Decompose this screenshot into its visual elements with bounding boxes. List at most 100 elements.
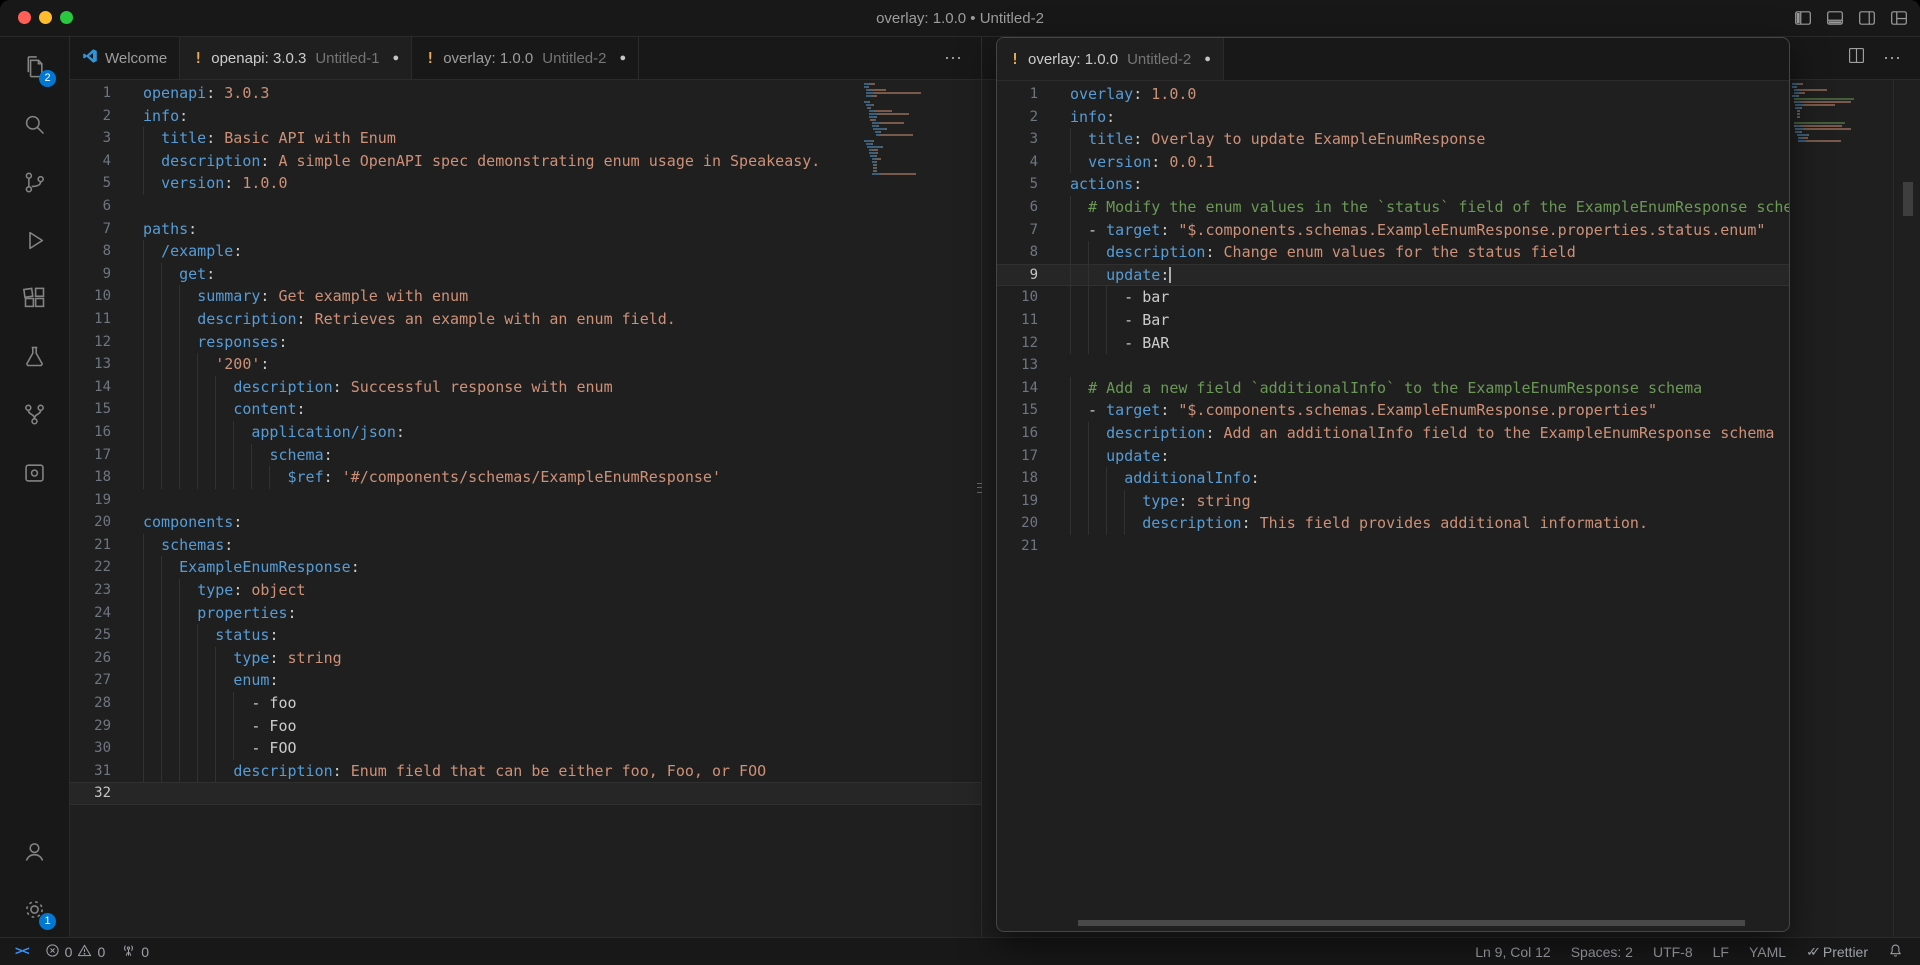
openapi-editor[interactable]: 1openapi: 3.0.32info:3 title: Basic API … [70,79,981,938]
toggle-primary-sidebar-icon[interactable] [1794,9,1812,27]
vertical-scrollbar[interactable] [1903,182,1913,216]
code-line[interactable]: 23 type: object [70,579,981,602]
settings-button[interactable]: 1 [0,880,69,938]
search-view-button[interactable] [0,95,69,153]
encoding-status[interactable]: UTF-8 [1646,938,1700,965]
toggle-panel-icon[interactable] [1826,9,1844,27]
code-line[interactable]: 29 - Foo [70,715,981,738]
code-line[interactable]: 13 '200': [70,353,981,376]
code-line[interactable]: 11 - Bar [997,309,1789,332]
tab-openapi-untitled-1[interactable]: ! openapi: 3.0.3 Untitled-1 ● [180,37,412,79]
indent-guide [1070,241,1071,264]
code-line[interactable]: 9 update: [997,264,1789,287]
testing-view-button[interactable] [0,327,69,385]
code-line[interactable]: 12 responses: [70,331,981,354]
remote-indicator[interactable]: >< [8,938,36,965]
minimize-window-button[interactable] [39,11,52,24]
code-line[interactable]: 7 - target: "$.components.schemas.Exampl… [997,219,1789,242]
code-line[interactable]: 13 [997,354,1789,377]
code-line[interactable]: 10 - bar [997,286,1789,309]
container-view-button[interactable] [0,443,69,501]
tab-welcome[interactable]: Welcome [70,37,180,79]
eol-status[interactable]: LF [1706,938,1736,965]
code-line[interactable]: 22 ExampleEnumResponse: [70,556,981,579]
code-line[interactable]: 12 - BAR [997,332,1789,355]
code-line[interactable]: 5actions: [997,173,1789,196]
close-window-button[interactable] [18,11,31,24]
formatter-status[interactable]: ✓✓ Prettier [1799,938,1875,965]
indentation-status[interactable]: Spaces: 2 [1564,938,1640,965]
code-line[interactable]: 6 [70,195,981,218]
code-line[interactable]: 3 title: Overlay to update ExampleEnumRe… [997,128,1789,151]
code-line[interactable]: 16 application/json: [70,421,981,444]
tab-overlay-floating[interactable]: ! overlay: 1.0.0 Untitled-2 ● [997,38,1224,80]
extensions-view-button[interactable] [0,269,69,327]
settings-badge: 1 [39,913,56,930]
code-line[interactable]: 19 type: string [997,490,1789,513]
code-line[interactable]: 21 schemas: [70,534,981,557]
modified-dot-close-button[interactable]: ● [393,52,400,64]
code-line[interactable]: 30 - FOO [70,737,981,760]
code-line[interactable]: 10 summary: Get example with enum [70,285,981,308]
code-line[interactable]: 27 enum: [70,669,981,692]
code-line[interactable]: 25 status: [70,624,981,647]
code-line[interactable]: 1overlay: 1.0.0 [997,83,1789,106]
code-line[interactable]: 14 description: Successful response with… [70,376,981,399]
language-mode-status[interactable]: YAML [1742,938,1793,965]
code-line[interactable]: 31 description: Enum field that can be e… [70,760,981,783]
code-line[interactable]: 4 version: 0.0.1 [997,151,1789,174]
code-line[interactable]: 16 description: Add an additionalInfo fi… [997,422,1789,445]
code-line[interactable]: 17 update: [997,445,1789,468]
more-actions-icon[interactable]: ⋯ [1883,48,1902,69]
modified-dot-close-button[interactable]: ● [619,52,626,64]
code-line[interactable]: 28 - foo [70,692,981,715]
toggle-secondary-sidebar-icon[interactable] [1858,9,1876,27]
code-line[interactable]: 5 version: 1.0.0 [70,172,981,195]
run-debug-view-button[interactable] [0,211,69,269]
code-line[interactable]: 24 properties: [70,602,981,625]
code-line[interactable]: 20components: [70,511,981,534]
code-line[interactable]: 7paths: [70,218,981,241]
zoom-window-button[interactable] [60,11,73,24]
code-line[interactable]: 21 [997,535,1789,558]
horizontal-scrollbar[interactable] [1078,920,1745,926]
code-line[interactable]: 14 # Add a new field `additionalInfo` to… [997,377,1789,400]
code-line[interactable]: 19 [70,489,981,512]
code-line[interactable]: 6 # Modify the enum values in the `statu… [997,196,1789,219]
ports-status[interactable]: 0 [114,938,156,965]
code-line[interactable]: 1openapi: 3.0.3 [70,82,981,105]
code-line[interactable]: 26 type: string [70,647,981,670]
code-line[interactable]: 18 $ref: '#/components/schemas/ExampleEn… [70,466,981,489]
indent-guide [215,692,216,715]
tab-overlay-untitled-2[interactable]: ! overlay: 1.0.0 Untitled-2 ● [412,37,639,79]
code-line[interactable]: 11 description: Retrieves an example wit… [70,308,981,331]
code-line[interactable]: 2info: [70,105,981,128]
line-number: 23 [70,579,111,602]
code-line[interactable]: 4 description: A simple OpenAPI spec dem… [70,150,981,173]
modified-dot-close-button[interactable]: ● [1204,53,1211,65]
minimap[interactable] [864,83,950,179]
split-editor-icon[interactable] [1848,47,1865,69]
explorer-view-button[interactable]: 2 [0,37,69,95]
code-line[interactable]: 2info: [997,106,1789,129]
notifications-button[interactable] [1881,938,1910,965]
source-control-view-button[interactable] [0,153,69,211]
accounts-button[interactable] [0,822,69,880]
git-graph-view-button[interactable] [0,385,69,443]
code-line[interactable]: 18 additionalInfo: [997,467,1789,490]
more-actions-icon[interactable]: ⋯ [944,48,963,69]
code-line[interactable]: 17 schema: [70,444,981,467]
customize-layout-icon[interactable] [1890,9,1908,27]
cursor-position-status[interactable]: Ln 9, Col 12 [1468,938,1558,965]
code-line[interactable]: 15 - target: "$.components.schemas.Examp… [997,399,1789,422]
code-line[interactable]: 15 content: [70,398,981,421]
code-line[interactable]: 8 /example: [70,240,981,263]
code-line[interactable]: 20 description: This field provides addi… [997,512,1789,535]
code-line[interactable]: 8 description: Change enum values for th… [997,241,1789,264]
code-line[interactable]: 3 title: Basic API with Enum [70,127,981,150]
minimap[interactable] [1792,83,1886,146]
code-line[interactable]: 9 get: [70,263,981,286]
code-line[interactable]: 32 [70,782,981,805]
problems-status[interactable]: 0 0 [38,938,113,965]
overlay-editor[interactable]: 1overlay: 1.0.02info:3 title: Overlay to… [997,80,1789,919]
